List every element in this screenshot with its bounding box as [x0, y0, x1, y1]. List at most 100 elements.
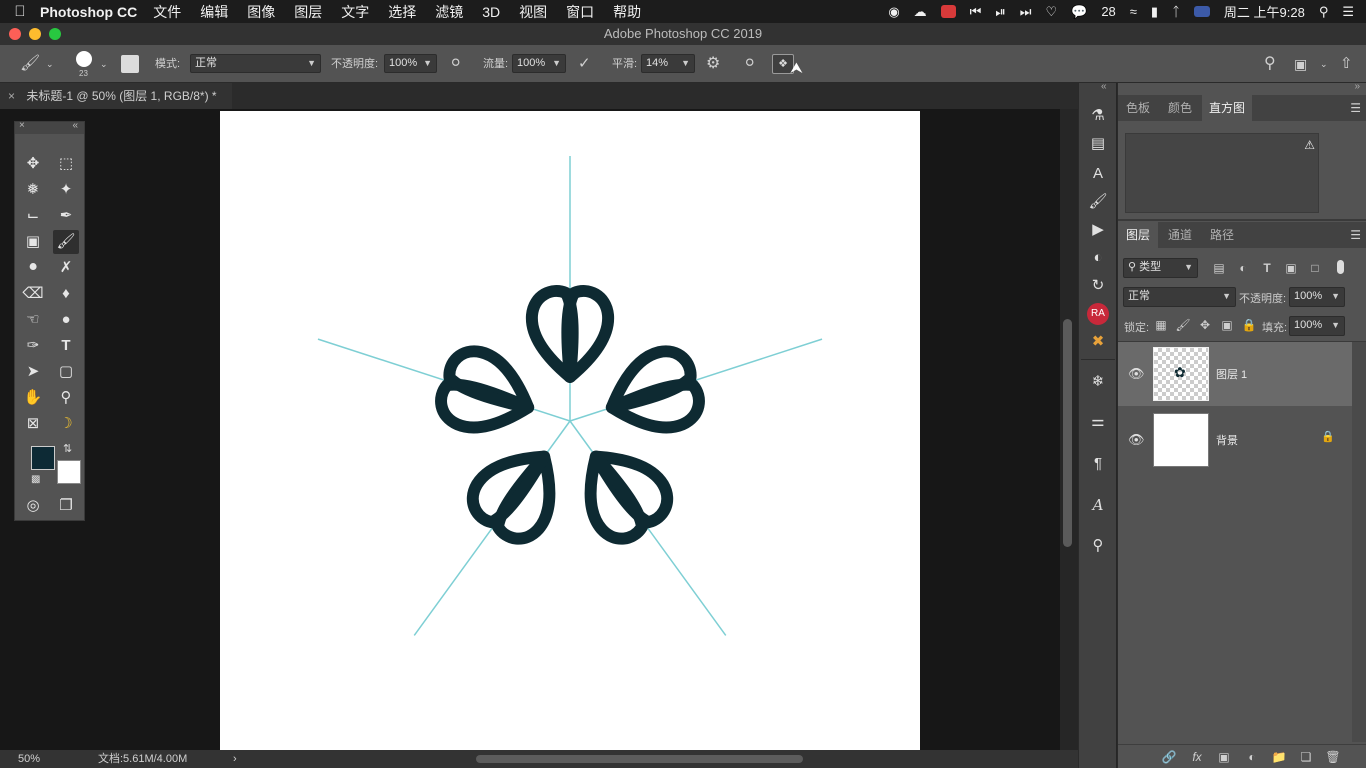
plugin-tools-icon[interactable]: ✖ [1087, 331, 1109, 353]
navigator-wheel-icon[interactable]: ❄ [1087, 371, 1109, 393]
minimize-window-button[interactable] [29, 28, 41, 40]
layer-name[interactable]: 图层 1 [1216, 366, 1247, 382]
collapse-panel-icon[interactable]: « [72, 120, 78, 131]
plugin-ra-badge[interactable]: RA [1087, 303, 1109, 325]
type-tool-icon[interactable]: T [53, 334, 79, 358]
battery-icon[interactable]: ▮ [1151, 4, 1158, 20]
properties-sliders-icon[interactable]: ⚌ [1087, 411, 1109, 433]
document-canvas[interactable] [220, 111, 920, 751]
delete-layer-trash-icon[interactable]: 🗑 [1322, 746, 1344, 768]
smudge-tool-icon[interactable]: ☜ [20, 308, 46, 332]
crop-tool-icon[interactable]: ⌙ [20, 204, 46, 228]
media-next-icon[interactable]: ⏭ [1020, 4, 1032, 20]
move-tool-icon[interactable]: ✥ [20, 152, 46, 176]
frame-x-tool-icon[interactable]: ⊠ [20, 412, 46, 436]
zoom-tool-icon[interactable]: ⚲ [53, 386, 79, 410]
swap-colors-icon[interactable]: ⇅ [63, 442, 72, 455]
menu-3d[interactable]: 3D [482, 4, 500, 20]
mode-select[interactable]: 正常 ▼ [190, 54, 321, 73]
record-icon[interactable]: ◉ [888, 4, 899, 20]
blend-mode-select[interactable]: 正常 ▼ [1123, 287, 1236, 307]
libraries-icon[interactable]: ▤ [1087, 133, 1109, 155]
brush-preset-icon[interactable]: 🖌 [20, 45, 40, 83]
quick-mask-icon[interactable]: ◎ [20, 494, 46, 518]
brush-presets-icon[interactable]: 🖌 [1087, 191, 1109, 213]
close-panel-icon[interactable]: × [19, 120, 25, 131]
tab-channels[interactable]: 通道 [1160, 222, 1200, 248]
vertical-scrollbar[interactable] [1060, 109, 1076, 750]
layer-lock-icon[interactable]: 🔒 [1321, 430, 1335, 443]
paint-bucket-tool-icon[interactable]: ♦ [53, 282, 79, 306]
smoothing-input[interactable]: 14% ▼ [641, 54, 695, 73]
background-color-swatch[interactable] [57, 460, 81, 484]
horizontal-scroll-thumb[interactable] [476, 755, 803, 763]
hand-tool-icon[interactable]: ✋ [20, 386, 46, 410]
menu-select[interactable]: 选择 [388, 2, 416, 22]
lasso-tool-icon[interactable]: ❅ [20, 178, 46, 202]
spotlight-search-icon[interactable]: ⚲ [1319, 4, 1329, 20]
panel-menu-icon[interactable]: ☰ [1350, 101, 1361, 115]
preset-dropdown-chevron-icon[interactable]: ⌄ [46, 45, 54, 83]
stamp-tool-icon[interactable]: ⚫ [20, 256, 46, 280]
tab-swatches[interactable]: 色板 [1118, 95, 1158, 121]
heart-icon[interactable]: ♡ [1045, 4, 1057, 20]
eraser-tool-icon[interactable]: ⌫ [20, 282, 46, 306]
flow-input[interactable]: 100% ▼ [512, 54, 566, 73]
menu-type[interactable]: 文字 [341, 2, 369, 22]
cloud-sync-icon[interactable]: ☁ [914, 4, 927, 20]
brush-size-swatch[interactable] [76, 51, 92, 67]
workspace-chevron-icon[interactable]: ⌄ [1320, 45, 1328, 83]
tab-paths[interactable]: 路径 [1202, 222, 1242, 248]
zoom-level[interactable]: 50% [18, 750, 40, 768]
lock-artboard-icon[interactable]: ▣ [1216, 314, 1238, 336]
screen-mode-icon[interactable]: ❐ [53, 494, 79, 518]
vertical-scroll-thumb[interactable] [1063, 319, 1072, 547]
history-brush-tool-icon[interactable]: ✗ [53, 256, 79, 280]
menu-layer[interactable]: 图层 [294, 2, 322, 22]
layer-name[interactable]: 背景 [1216, 432, 1238, 448]
menu-window[interactable]: 窗口 [566, 2, 594, 22]
default-colors-icon[interactable]: ▩ [31, 474, 40, 485]
warning-icon[interactable]: ⚠ [1304, 138, 1315, 152]
character-style-icon[interactable]: A [1087, 163, 1109, 185]
workspace-layout-icon[interactable]: ▣ [1294, 45, 1307, 83]
tab-color[interactable]: 颜色 [1160, 95, 1200, 121]
layers-scrollbar[interactable] [1352, 342, 1366, 742]
lock-transparency-icon[interactable]: ▦ [1150, 314, 1172, 336]
gear-icon[interactable]: ⚙ [706, 45, 720, 83]
new-layer-icon[interactable]: ❏ [1295, 746, 1317, 768]
rectangle-tool-icon[interactable]: ▢ [53, 360, 79, 384]
layer-filter-select[interactable]: ⚲ 类型 ▼ [1123, 258, 1198, 278]
layer-opacity-input[interactable]: 100% ▼ [1289, 287, 1345, 307]
brush-size-chevron-icon[interactable]: ⌄ [100, 45, 108, 83]
bluetooth-icon[interactable]: ᛏ [1172, 4, 1180, 19]
banana-tool-icon[interactable]: ☽ [53, 412, 79, 436]
lock-position-icon[interactable]: ✥ [1194, 314, 1216, 336]
tab-histogram[interactable]: 直方图 [1202, 95, 1252, 121]
path-select-tool-icon[interactable]: ➤ [20, 360, 46, 384]
app-red-icon[interactable] [940, 5, 956, 18]
magic-wand-tool-icon[interactable]: ✦ [53, 178, 79, 202]
glyphs-icon[interactable]: A [1087, 494, 1109, 516]
actions-play-icon[interactable]: ▶ [1087, 219, 1109, 241]
lock-all-icon[interactable]: 🔒 [1238, 314, 1260, 336]
status-menu-arrow-icon[interactable]: › [233, 750, 237, 768]
tab-layers[interactable]: 图层 [1118, 222, 1158, 248]
wifi-icon[interactable]: ≈ [1130, 4, 1137, 19]
lock-pixels-icon[interactable]: 🖌 [1172, 314, 1194, 336]
notification-center-icon[interactable]: ☰ [1342, 4, 1354, 20]
media-prev-icon[interactable]: ⏮ [970, 4, 982, 20]
filter-smart-object-icon[interactable]: □ [1304, 257, 1326, 279]
pen-tool-icon[interactable]: ✑ [20, 334, 46, 358]
apple-icon[interactable]:  [0, 3, 40, 20]
menu-help[interactable]: 帮助 [613, 2, 641, 22]
fill-input[interactable]: 100% ▼ [1289, 316, 1345, 336]
history-icon[interactable]: ↻ [1087, 275, 1109, 297]
tools-panel-header[interactable]: × « [15, 120, 84, 134]
new-group-folder-icon[interactable]: 📁 [1268, 746, 1290, 768]
info-search-icon[interactable]: ⚲ [1087, 535, 1109, 557]
filter-type-icon[interactable]: T [1256, 257, 1278, 279]
menu-view[interactable]: 视图 [519, 2, 547, 22]
eyedropper-tool-icon[interactable]: ✒ [53, 204, 79, 228]
menu-file[interactable]: 文件 [153, 2, 181, 22]
